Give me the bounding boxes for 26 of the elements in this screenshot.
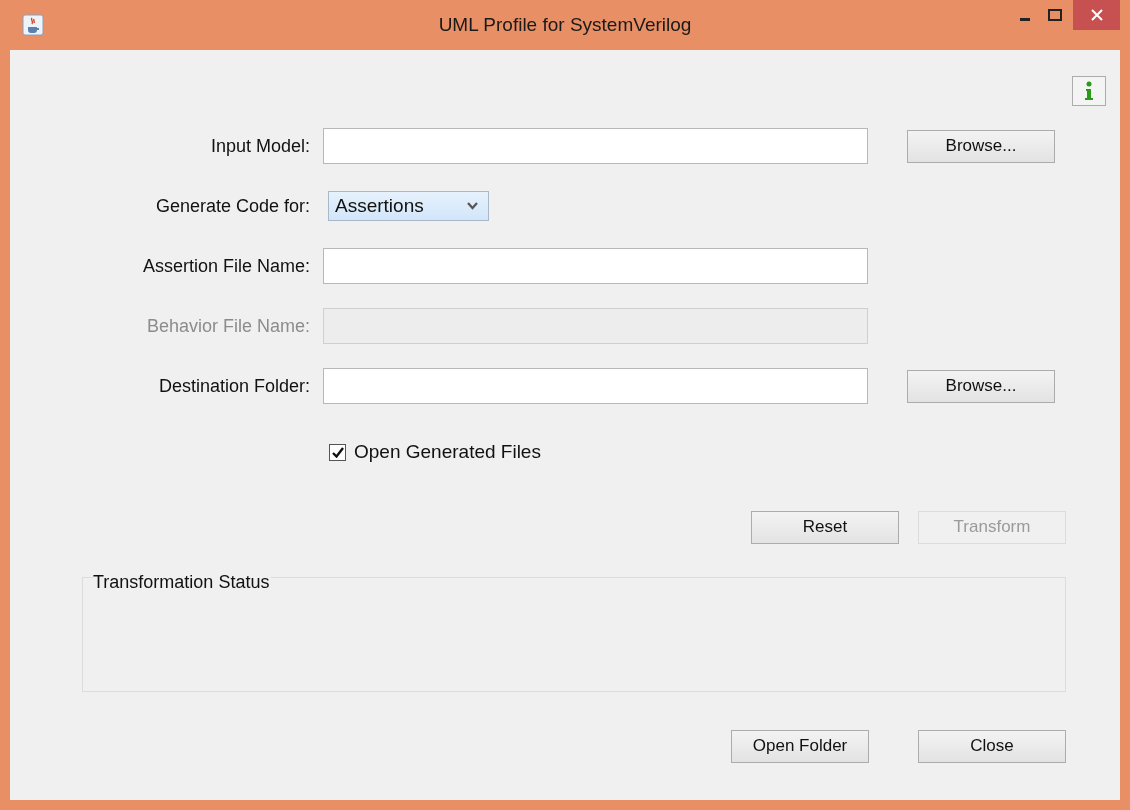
info-icon — [1084, 81, 1094, 101]
checkbox-label: Open Generated Files — [354, 440, 541, 464]
action-button[interactable]: Reset — [751, 510, 899, 544]
minimize-icon — [1020, 17, 1030, 21]
chevron-down-icon — [467, 202, 478, 210]
field-label: Input Model: — [210, 135, 310, 156]
field-label: Assertion File Name: — [142, 255, 310, 276]
java-cup-icon[interactable] — [22, 14, 44, 36]
footer-button[interactable]: Open Folder — [731, 729, 869, 763]
close-button[interactable] — [1073, 0, 1120, 30]
close-icon — [1090, 9, 1103, 21]
text-field[interactable] — [323, 368, 868, 404]
footer-button[interactable]: Close — [918, 729, 1066, 763]
text-field[interactable] — [323, 128, 868, 164]
field-label: Generate Code for: — [155, 195, 310, 216]
code-type-dropdown[interactable]: Assertions — [328, 191, 489, 221]
info-button[interactable] — [1072, 76, 1106, 106]
browse-button[interactable]: Browse... — [907, 129, 1055, 163]
checkmark-icon — [331, 446, 344, 458]
checkbox[interactable] — [329, 443, 346, 461]
window-title: UML Profile for SystemVerilog — [438, 13, 692, 35]
field-label: Destination Folder: — [158, 375, 310, 396]
maximize-icon — [1048, 9, 1062, 21]
browse-button[interactable]: Browse... — [907, 369, 1055, 403]
text-field[interactable] — [323, 248, 868, 284]
field-label: Behavior File Name: — [146, 315, 310, 336]
